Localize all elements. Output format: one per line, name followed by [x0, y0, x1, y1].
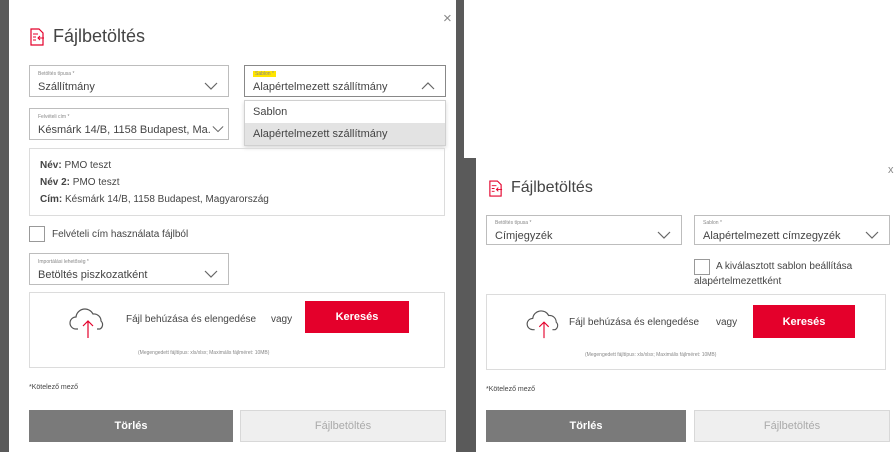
right-backdrop — [464, 158, 476, 452]
file-upload-icon — [29, 27, 45, 46]
cloud-upload-icon — [525, 309, 563, 344]
load-type-value: Szállítmány — [38, 81, 95, 93]
load-type-value: Címjegyzék — [495, 230, 553, 242]
right-modal: x Fájlbetöltés Betöltés típusa * Címjegy… — [476, 158, 894, 452]
delete-button[interactable]: Törlés — [486, 410, 686, 442]
template-label: Sablon * — [703, 220, 722, 226]
search-button[interactable]: Keresés — [753, 305, 855, 338]
chevron-down-icon — [657, 226, 671, 244]
or-text: vagy — [271, 314, 293, 325]
chevron-down-icon — [204, 77, 218, 95]
address-info-box: Név: PMO teszt Név 2: PMO teszt Cím: Kés… — [29, 148, 445, 216]
modal-title: Fájlbetöltés — [488, 179, 593, 197]
chevron-down-icon — [212, 120, 224, 138]
template-value: Alapértelmezett címzegyzék — [703, 230, 841, 242]
close-icon[interactable]: × — [443, 10, 452, 27]
chevron-down-icon — [865, 226, 879, 244]
left-backdrop-right — [456, 0, 464, 452]
upload-button[interactable]: Fájlbetöltés — [240, 410, 446, 442]
template-label: Sablon * — [253, 71, 276, 77]
pickup-label: Felvételi cím * — [38, 114, 70, 120]
template-select[interactable]: Sablon * Alapértelmezett szállítmány — [244, 65, 446, 97]
upload-hint: (Megengedett fájltípus: xls/xlsx; Maximá… — [138, 350, 270, 356]
load-type-label: Betöltés típusa * — [38, 71, 75, 77]
modal-title-text: Fájlbetöltés — [511, 179, 593, 196]
use-pickup-checkbox-label: Felvételi cím használata fájlból — [52, 229, 189, 240]
template-dropdown: Sablon Alapértelmezett szállítmány — [244, 100, 446, 146]
import-mode-select[interactable]: Importálási lehetőség * Betöltés piszkoz… — [29, 253, 229, 285]
load-type-label: Betöltés típusa * — [495, 220, 532, 226]
use-pickup-checkbox[interactable] — [29, 226, 45, 242]
upload-button[interactable]: Fájlbetöltés — [694, 410, 890, 442]
load-type-select[interactable]: Betöltés típusa * Címjegyzék — [486, 215, 682, 245]
import-mode-value: Betöltés piszkozatként — [38, 269, 148, 281]
import-mode-label: Importálási lehetőség * — [38, 259, 89, 265]
pickup-value: Késmárk 14/B, 1158 Budapest, Ma... — [38, 124, 210, 136]
name2-line: Név 2: PMO teszt — [40, 177, 120, 188]
or-text: vagy — [716, 317, 738, 328]
search-button[interactable]: Keresés — [305, 301, 409, 333]
upload-dropzone[interactable]: Fájl behúzása és elengedése vagy Keresés… — [486, 294, 886, 370]
template-select[interactable]: Sablon * Alapértelmezett címzegyzék — [694, 215, 890, 245]
upload-dropzone[interactable]: Fájl behúzása és elengedése vagy Keresés… — [29, 292, 445, 368]
set-default-label-line1: A kiválasztott sablon beállítása — [716, 261, 853, 272]
cloud-upload-icon — [68, 307, 108, 344]
name-line: Név: PMO teszt — [40, 160, 112, 171]
address-line: Cím: Késmárk 14/B, 1158 Budapest, Magyar… — [40, 194, 269, 205]
set-default-label-line2: alapértelmezettként — [694, 276, 782, 287]
left-backdrop — [0, 0, 9, 452]
required-note: *Kötelező mező — [29, 384, 79, 391]
load-type-select[interactable]: Betöltés típusa * Szállítmány — [29, 65, 229, 97]
chevron-up-icon — [421, 77, 435, 95]
template-value: Alapértelmezett szállítmány — [253, 81, 388, 93]
upload-text: Fájl behúzása és elengedése — [126, 314, 257, 325]
pickup-address-select[interactable]: Felvételi cím * Késmárk 14/B, 1158 Budap… — [29, 108, 229, 140]
modal-title-text: Fájlbetöltés — [53, 26, 146, 46]
modal-title: Fájlbetöltés — [29, 26, 145, 47]
upload-text: Fájl behúzása és elengedése — [569, 317, 700, 328]
delete-button[interactable]: Törlés — [29, 410, 233, 442]
template-option[interactable]: Sablon — [245, 101, 445, 123]
chevron-down-icon — [204, 265, 218, 283]
close-icon[interactable]: x — [888, 164, 894, 176]
template-option-selected[interactable]: Alapértelmezett szállítmány — [245, 123, 445, 145]
required-note: *Kötelező mező — [486, 386, 536, 393]
upload-hint: (Megengedett fájltípus: xls/xlsx; Maximá… — [585, 352, 717, 358]
file-upload-icon — [488, 179, 503, 197]
left-modal: × Fájlbetöltés Betöltés típusa * Szállít… — [9, 0, 456, 452]
set-default-checkbox[interactable] — [694, 259, 710, 275]
